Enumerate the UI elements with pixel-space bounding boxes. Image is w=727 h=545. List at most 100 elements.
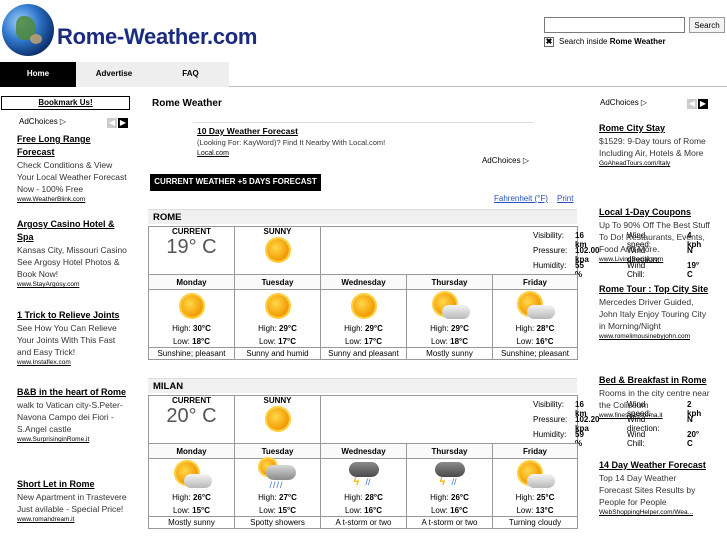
low-value: 16°C <box>535 337 554 346</box>
ad-title[interactable]: 14 Day Weather Forecast <box>599 459 711 472</box>
top-ad-url[interactable]: Local.com <box>197 150 229 157</box>
ad-url[interactable]: www.WeatherBlink.com <box>17 195 130 205</box>
ad-title[interactable]: Bed & Breakfast in Rome <box>599 374 711 387</box>
ad-body: $1529: 9-Day tours of Rome Including Air… <box>599 136 706 158</box>
ad-title[interactable]: Rome Tour : Top City Site <box>599 283 711 296</box>
forecast-cell: //// High: 27°C Low: 15°C <box>234 458 321 517</box>
low-label: Low: <box>172 337 190 346</box>
ad-next-icon[interactable]: ▶ <box>698 99 708 109</box>
forecast-condition: Sunny and pleasant <box>320 347 407 360</box>
ad-prev-icon[interactable]: ◀ <box>107 118 117 128</box>
top-ad-body: (Looking For: KayWord)? Find It Nearby W… <box>197 138 386 147</box>
ad-url[interactable]: www.SurprisinginRome.it <box>17 435 130 445</box>
low-label: Low: <box>258 337 276 346</box>
stat-label: Wind Chill: <box>627 430 646 448</box>
forecast-cell: ϟ// High: 26°C Low: 16°C <box>406 458 493 517</box>
adchoices-link-right[interactable]: AdChoices ▷ <box>600 98 647 107</box>
header: Rome-Weather.com Search ✖ Search inside … <box>0 0 727 62</box>
ad-url[interactable]: www.StayArgosy.com <box>17 280 130 290</box>
adchoices-link-left[interactable]: AdChoices ▷ <box>19 117 66 126</box>
low-value: 15°C <box>278 506 296 515</box>
high-value: 26°C <box>451 493 469 502</box>
high-value: 25°C <box>536 493 555 502</box>
high-value: 29°C <box>279 324 297 333</box>
high-label: High: <box>258 324 277 333</box>
low-value: 18°C <box>192 337 210 346</box>
right-ad: Rome Tour : Top City Site Mercedes Drive… <box>599 283 711 342</box>
ad-title[interactable]: 1 Trick to Relieve Joints <box>17 309 130 322</box>
current-temp: 20° C <box>166 405 217 427</box>
ad-title[interactable]: Short Let in Rome <box>17 478 130 491</box>
thunderstorm-icon: ϟ// <box>430 459 470 491</box>
low-label: Low: <box>172 506 190 515</box>
high-label: High: <box>515 493 535 502</box>
search-site-checkbox[interactable]: ✖ <box>544 37 554 47</box>
nav-advertise[interactable]: Advertise <box>76 62 152 87</box>
ad-body: walk to Vatican city-S.Peter-Navona Camp… <box>17 400 123 434</box>
forecast-day: Friday <box>492 274 578 290</box>
sun-icon <box>180 295 203 317</box>
low-value: 15°C <box>192 506 210 515</box>
low-value: 13°C <box>535 506 554 515</box>
left-ad: B&B in the heart of Rome walk to Vatican… <box>17 386 130 445</box>
bookmark-button[interactable]: Bookmark Us! <box>1 96 130 110</box>
ad-url[interactable]: www.Instaflex.com <box>17 358 130 368</box>
low-label: Low: <box>344 506 362 515</box>
adchoices-link-top[interactable]: AdChoices ▷ <box>482 156 529 165</box>
top-ad: 10 Day Weather Forecast (Looking For: Ka… <box>193 122 533 167</box>
sun-icon <box>266 408 289 430</box>
city-header: MILAN <box>148 378 577 393</box>
high-value: 30°C <box>193 324 211 333</box>
ad-title[interactable]: Argosy Casino Hotel & Spa <box>17 218 130 244</box>
ad-url[interactable]: GoAheadTours.com/Italy <box>599 159 711 169</box>
ad-body: Rooms in the city centre near the Colise… <box>599 388 710 410</box>
left-ad: Free Long Range Forecast Check Condition… <box>17 133 130 205</box>
forecast-day: Thursday <box>406 274 493 290</box>
stats-cell: Visibility: 16 km Wind speed: 4 kph Pressure… <box>320 226 701 279</box>
current-weather-button[interactable]: CURRENT WEATHER +5 DAYS FORECAST <box>150 174 321 191</box>
ad-title[interactable]: B&B in the heart of Rome <box>17 386 130 399</box>
ad-prev-icon[interactable]: ◀ <box>687 99 697 109</box>
ad-url[interactable]: www.finestrasuroma.it <box>599 411 711 421</box>
right-ad: Bed & Breakfast in Rome Rooms in the cit… <box>599 374 711 421</box>
ad-url[interactable]: www.LivingSocial.com <box>599 255 711 265</box>
forecast-cell: ϟ// High: 28°C Low: 16°C <box>320 458 407 517</box>
current-condition: SUNNY <box>263 396 292 405</box>
ad-next-icon[interactable]: ▶ <box>118 118 128 128</box>
ad-title[interactable]: Local 1-Day Coupons <box>599 206 711 219</box>
forecast-day: Thursday <box>406 443 493 459</box>
print-link[interactable]: Print <box>557 194 573 203</box>
search-button[interactable]: Search <box>689 17 725 33</box>
right-ad: Local 1-Day Coupons Up To 90% Off The Be… <box>599 206 711 265</box>
high-value: 29°C <box>451 324 469 333</box>
globe-logo-icon[interactable] <box>2 4 54 56</box>
site-title[interactable]: Rome-Weather.com <box>57 24 257 50</box>
high-label: High: <box>258 493 277 502</box>
high-label: High: <box>430 324 449 333</box>
partly-cloudy-icon <box>515 291 555 321</box>
nav-faq[interactable]: FAQ <box>152 62 229 87</box>
current-condition: SUNNY <box>263 227 292 236</box>
forecast-cell: High: 28°C Low: 16°C <box>492 289 578 348</box>
forecast-cell: High: 29°C Low: 18°C <box>406 289 493 348</box>
page-title: Rome Weather <box>152 98 222 109</box>
ad-url[interactable]: www.romandream.it <box>17 515 130 525</box>
ad-title[interactable]: Rome City Stay <box>599 122 711 135</box>
high-label: High: <box>344 324 363 333</box>
low-label: Low: <box>516 506 534 515</box>
ad-body: Top 14 Day Weather Forecast Sites Result… <box>599 473 696 507</box>
forecast-condition: A t-storm or two <box>406 516 493 529</box>
low-label: Low: <box>430 506 448 515</box>
wind-chill-value: 20° C <box>687 430 700 448</box>
low-value: 17°C <box>364 337 382 346</box>
top-ad-title[interactable]: 10 Day Weather Forecast <box>197 126 298 136</box>
fahrenheit-link[interactable]: Fahrenheit (°F) <box>494 194 548 203</box>
partly-cloudy-icon <box>172 460 212 490</box>
sun-icon <box>266 295 289 317</box>
ad-title[interactable]: Free Long Range Forecast <box>17 133 130 159</box>
search-input[interactable] <box>544 17 685 33</box>
ad-url[interactable]: www.romelimousinebyjohn.com <box>599 332 711 342</box>
ad-url[interactable]: WebShoppingHelper.com/Wea... <box>599 508 711 518</box>
nav-home[interactable]: Home <box>0 62 76 87</box>
low-label: Low: <box>516 337 534 346</box>
